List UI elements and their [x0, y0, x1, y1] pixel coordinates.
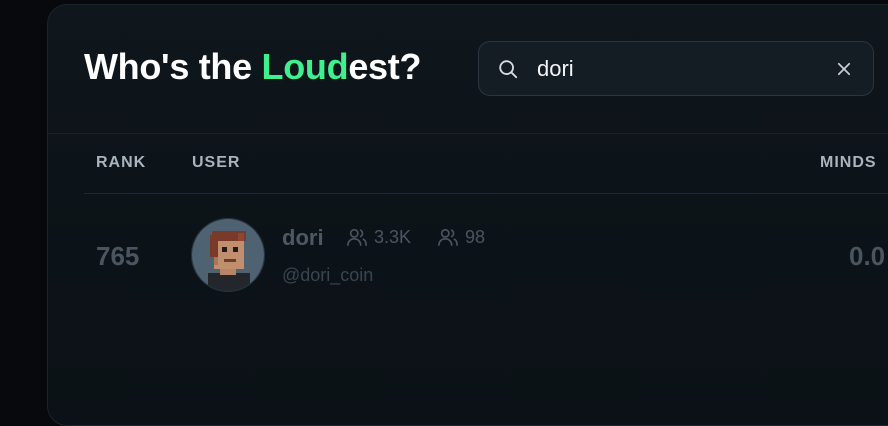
search-input[interactable] — [537, 54, 807, 84]
title-suffix: est? — [348, 46, 422, 87]
column-header-user[interactable]: USER — [192, 154, 240, 172]
mindshare-value: 0.0 — [849, 241, 886, 271]
followers-count: 3.3K — [374, 226, 412, 247]
username[interactable]: dori — [282, 225, 324, 251]
title-accent: Loud — [261, 46, 349, 87]
table-header-divider — [84, 193, 888, 194]
following-stat: 98 — [437, 226, 485, 248]
followers-stat: 3.3K — [346, 226, 411, 248]
user-handle[interactable]: @dori_coin — [282, 265, 373, 286]
followers-icon — [347, 228, 367, 246]
column-header-rank[interactable]: RANK — [96, 154, 146, 172]
rank-value: 765 — [96, 241, 140, 271]
page-title: Who's the Loudest? — [84, 46, 421, 88]
following-icon — [438, 228, 458, 246]
column-header-mindshare[interactable]: MINDS — [820, 154, 877, 172]
close-icon[interactable] — [835, 60, 853, 78]
search-box[interactable] — [478, 41, 874, 96]
following-count: 98 — [465, 226, 486, 247]
avatar[interactable] — [191, 218, 265, 292]
header-divider — [48, 133, 888, 134]
title-prefix: Who's the — [84, 46, 262, 87]
avatar-image — [192, 219, 264, 291]
search-icon — [499, 60, 518, 79]
